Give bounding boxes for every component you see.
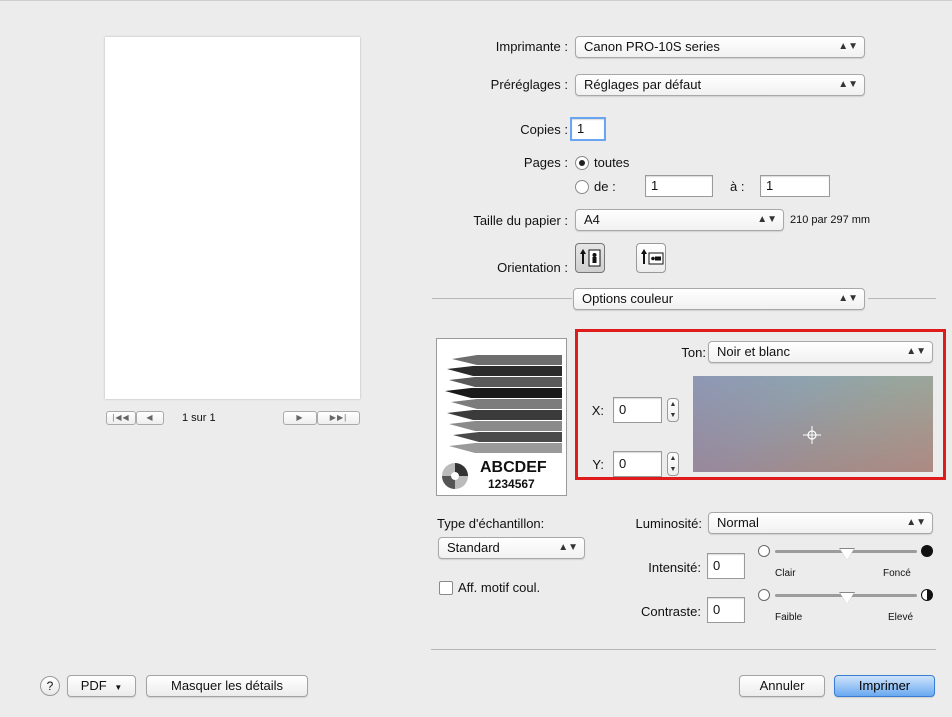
tone-select[interactable]: Noir et blanc ▲▼ bbox=[708, 341, 933, 363]
popup-arrows-icon: ▲▼ bbox=[838, 41, 858, 52]
presets-select[interactable]: Réglages par défaut ▲▼ bbox=[575, 74, 865, 96]
sample-type-value: Standard bbox=[447, 540, 500, 555]
window-top-edge bbox=[0, 0, 952, 1]
x-field[interactable]: 0 bbox=[613, 397, 662, 423]
orientation-label: Orientation : bbox=[497, 260, 568, 275]
pages-label: Pages : bbox=[523, 155, 568, 170]
pages-to-label: à : bbox=[730, 179, 745, 194]
pages-all-label: toutes bbox=[594, 155, 630, 170]
contrast-max-label: Elevé bbox=[888, 612, 914, 623]
popup-arrows-icon: ▲▼ bbox=[558, 542, 578, 553]
cancel-button[interactable]: Annuler bbox=[739, 675, 825, 697]
section-divider-right bbox=[868, 298, 936, 299]
landscape-icon bbox=[641, 249, 664, 265]
first-page-button[interactable]: |◀◀ bbox=[106, 411, 136, 425]
sample-type-label: Type d'échantillon: bbox=[437, 516, 545, 531]
y-stepper[interactable]: ▲ ▼ bbox=[667, 452, 679, 476]
chevron-down-icon: ▼ bbox=[114, 683, 123, 692]
sample-text-letters: ABCDEF bbox=[480, 459, 547, 476]
paper-size-value: A4 bbox=[584, 212, 600, 227]
popup-arrows-icon: ▲▼ bbox=[838, 79, 858, 90]
sample-text-digits: 1234567 bbox=[488, 477, 535, 491]
pages-range-radio[interactable] bbox=[575, 180, 589, 194]
sample-type-select[interactable]: Standard ▲▼ bbox=[438, 537, 585, 559]
crosshair-icon[interactable] bbox=[803, 426, 821, 444]
y-field[interactable]: 0 bbox=[613, 451, 662, 477]
paper-size-select[interactable]: A4 ▲▼ bbox=[575, 209, 784, 231]
intensity-min-label: Clair bbox=[775, 568, 796, 579]
popup-arrows-icon: ▲▼ bbox=[757, 214, 777, 225]
next-page-button[interactable]: ▶ bbox=[283, 411, 317, 425]
tone-label: Ton: bbox=[681, 345, 706, 360]
copies-field[interactable]: 1 bbox=[570, 117, 606, 141]
page-preview bbox=[105, 37, 360, 399]
pages-from-field[interactable]: 1 bbox=[645, 175, 713, 197]
help-button[interactable]: ? bbox=[40, 676, 60, 696]
color-sample-image: ABCDEF 1234567 bbox=[436, 338, 567, 496]
portrait-icon bbox=[580, 249, 601, 267]
contrast-high-icon bbox=[921, 589, 933, 601]
hide-details-button[interactable]: Masquer les détails bbox=[146, 675, 308, 697]
section-divider-left bbox=[432, 298, 572, 299]
pages-all-radio[interactable] bbox=[575, 156, 589, 170]
printer-select[interactable]: Canon PRO-10S series ▲▼ bbox=[575, 36, 865, 58]
orientation-landscape-button[interactable] bbox=[636, 243, 666, 273]
x-stepper[interactable]: ▲ ▼ bbox=[667, 398, 679, 422]
orientation-portrait-button[interactable] bbox=[575, 243, 605, 273]
contrast-label: Contraste: bbox=[641, 604, 701, 619]
pdf-menu-button[interactable]: PDF ▼ bbox=[67, 675, 136, 697]
intensity-label: Intensité: bbox=[648, 560, 701, 575]
brightness-select[interactable]: Normal ▲▼ bbox=[708, 512, 933, 534]
contrast-field[interactable]: 0 bbox=[707, 597, 745, 623]
tone-select-value: Noir et blanc bbox=[717, 344, 790, 359]
pages-to-field[interactable]: 1 bbox=[760, 175, 830, 197]
color-adjust-grid[interactable] bbox=[693, 376, 933, 472]
printer-label: Imprimante : bbox=[495, 39, 568, 54]
last-page-button[interactable]: ▶▶| bbox=[317, 411, 360, 425]
popup-arrows-icon: ▲▼ bbox=[838, 293, 858, 304]
popup-arrows-icon: ▲▼ bbox=[906, 517, 926, 528]
intensity-max-label: Foncé bbox=[883, 568, 911, 579]
pdf-label: PDF bbox=[80, 678, 107, 693]
paper-dimensions: 210 par 297 mm bbox=[790, 214, 871, 226]
contrast-min-label: Faible bbox=[775, 612, 803, 623]
brightness-label: Luminosité: bbox=[635, 516, 702, 531]
paper-size-label: Taille du papier : bbox=[473, 213, 568, 228]
show-pattern-label: Aff. motif coul. bbox=[458, 580, 541, 595]
intensity-dark-icon bbox=[921, 545, 933, 557]
pages-from-label: de : bbox=[594, 179, 616, 194]
printer-select-value: Canon PRO-10S series bbox=[584, 39, 720, 54]
presets-label: Préréglages : bbox=[490, 77, 568, 92]
y-label: Y: bbox=[592, 457, 604, 472]
contrast-low-icon bbox=[758, 589, 770, 601]
intensity-slider-thumb-fill bbox=[840, 549, 854, 560]
popup-arrows-icon: ▲▼ bbox=[906, 346, 926, 357]
brightness-value: Normal bbox=[717, 515, 759, 530]
intensity-field[interactable]: 0 bbox=[707, 553, 745, 579]
section-select-value: Options couleur bbox=[582, 291, 674, 306]
page-count-label: 1 sur 1 bbox=[182, 412, 216, 424]
copies-label: Copies : bbox=[520, 122, 568, 137]
section-select[interactable]: Options couleur ▲▼ bbox=[573, 288, 865, 310]
print-button[interactable]: Imprimer bbox=[834, 675, 935, 697]
footer-divider bbox=[431, 649, 936, 650]
contrast-slider-thumb-fill bbox=[840, 593, 854, 604]
presets-select-value: Réglages par défaut bbox=[584, 77, 702, 92]
intensity-light-icon bbox=[758, 545, 770, 557]
x-label: X: bbox=[591, 403, 604, 418]
prev-page-button[interactable]: ◀ bbox=[136, 411, 164, 425]
show-pattern-checkbox[interactable] bbox=[439, 581, 453, 595]
